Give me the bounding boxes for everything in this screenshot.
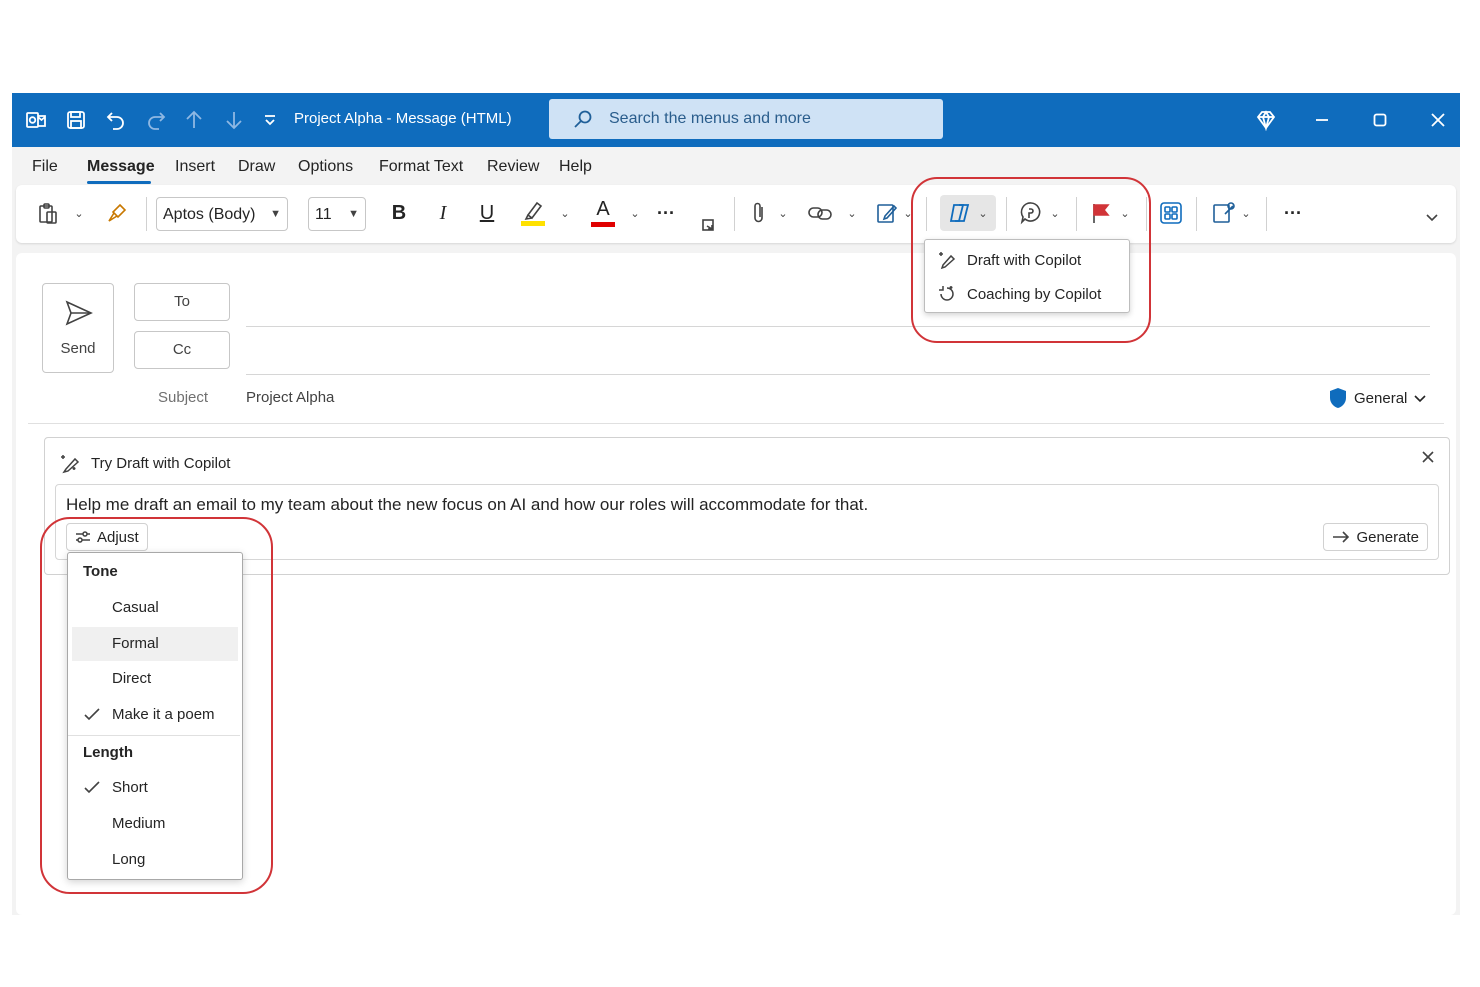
chevron-down-icon: ⌄: [630, 207, 640, 220]
sensitivity-icon: [1213, 202, 1236, 223]
format-painter-icon: [108, 203, 127, 222]
chevron-down-icon: ⌄: [778, 207, 788, 220]
copilot-panel-header: Try Draft with Copilot: [59, 452, 230, 474]
active-tab-indicator: [87, 181, 151, 184]
annotation-ring-adjust: [40, 517, 273, 894]
tab-draw[interactable]: Draw: [238, 158, 275, 176]
underline-button[interactable]: U: [474, 197, 500, 229]
chevron-down-icon: ⌄: [847, 207, 857, 220]
paste-button[interactable]: ⌄: [32, 197, 88, 229]
tab-message[interactable]: Message: [87, 158, 155, 176]
font-color-icon: A: [590, 198, 616, 228]
close-icon[interactable]: [1424, 106, 1452, 134]
signature-icon: [877, 204, 898, 223]
sensitivity-button[interactable]: ⌄: [1210, 197, 1252, 229]
link-button[interactable]: ⌄: [806, 197, 858, 229]
annotation-ring-copilot: [911, 177, 1151, 343]
shield-icon: [1330, 388, 1346, 408]
close-icon[interactable]: [1421, 450, 1435, 469]
font-color-button[interactable]: A ⌄: [586, 197, 644, 229]
subject-input[interactable]: Project Alpha: [246, 389, 334, 406]
paste-icon: [39, 203, 58, 224]
header-divider: [28, 423, 1444, 424]
diamond-icon[interactable]: [1252, 106, 1280, 134]
bold-label: B: [391, 201, 407, 224]
chevron-down-icon: ▼: [270, 208, 281, 220]
customize-icon[interactable]: [256, 106, 284, 134]
link-icon: [808, 207, 833, 220]
separator: [1266, 197, 1267, 231]
title-bar: Project Alpha - Message (HTML) Search th…: [12, 93, 1460, 147]
more-options-button[interactable]: ···: [1278, 197, 1308, 229]
font-size-select[interactable]: 11 ▼: [308, 197, 366, 231]
sparkle-pen-icon: [61, 455, 80, 474]
cc-button[interactable]: Cc: [134, 331, 230, 369]
apps-button[interactable]: [1156, 197, 1186, 229]
send-label: Send: [60, 340, 96, 357]
tab-format-text[interactable]: Format Text: [379, 158, 463, 176]
more-formatting-button[interactable]: ···: [652, 197, 680, 229]
font-color-swatch: [591, 222, 616, 227]
undo-icon[interactable]: [102, 106, 130, 134]
font-name-value: Aptos (Body): [163, 206, 256, 223]
separator: [734, 197, 735, 231]
dialog-launcher-icon[interactable]: [700, 217, 716, 233]
ribbon-collapse-icon[interactable]: [1420, 205, 1444, 229]
italic-button[interactable]: I: [430, 197, 456, 229]
search-icon: [574, 110, 592, 128]
more-label: ···: [1284, 202, 1302, 223]
sensitivity-value: General: [1354, 389, 1408, 407]
more-label: ···: [657, 202, 675, 223]
italic-label: I: [439, 201, 447, 224]
subject-label: Subject: [158, 389, 209, 406]
menu-bar: File Message Insert Draw Options Format …: [12, 147, 1460, 187]
save-icon[interactable]: [62, 106, 90, 134]
tab-insert[interactable]: Insert: [175, 158, 215, 176]
font-size-value: 11: [315, 206, 332, 223]
minimize-icon[interactable]: [1308, 106, 1336, 134]
signature-button[interactable]: ⌄: [874, 197, 914, 229]
attach-button[interactable]: ⌄: [748, 197, 790, 229]
apps-icon: [1160, 202, 1182, 224]
copilot-prompt-text[interactable]: Help me draft an email to my team about …: [66, 495, 868, 515]
generate-label: Generate: [1356, 528, 1419, 546]
chevron-down-icon: [1414, 395, 1426, 403]
sensitivity-label-dropdown[interactable]: General: [1328, 387, 1427, 409]
underline-label: U: [479, 201, 495, 224]
tab-review[interactable]: Review: [487, 158, 539, 176]
redo-icon[interactable]: [142, 106, 170, 134]
highlighter-icon: [521, 201, 546, 226]
highlight-button[interactable]: ⌄: [516, 197, 574, 229]
chevron-down-icon: ⌄: [74, 207, 84, 220]
font-color-letter: A: [596, 198, 610, 220]
ribbon-toolbar: ⌄ Aptos (Body) ▼ 11 ▼ B I U ⌄ A ⌄ ··· ⌄ …: [16, 185, 1456, 243]
tab-options[interactable]: Options: [298, 158, 353, 176]
up-arrow-icon[interactable]: [180, 106, 208, 134]
to-field[interactable]: [246, 326, 1430, 327]
chevron-down-icon: ⌄: [560, 207, 570, 220]
tab-help[interactable]: Help: [559, 158, 592, 176]
chevron-down-icon: ⌄: [1241, 207, 1251, 220]
copilot-panel-title: Try Draft with Copilot: [91, 454, 231, 472]
send-icon: [65, 300, 93, 326]
cc-field[interactable]: [246, 374, 1430, 375]
attach-icon: [754, 202, 764, 223]
search-placeholder: Search the menus and more: [609, 110, 811, 127]
to-button[interactable]: To: [134, 283, 230, 321]
tab-file[interactable]: File: [32, 158, 58, 176]
outlook-icon: [22, 106, 50, 134]
font-name-select[interactable]: Aptos (Body) ▼: [156, 197, 288, 231]
down-arrow-icon[interactable]: [220, 106, 248, 134]
maximize-icon[interactable]: [1366, 106, 1394, 134]
search-box[interactable]: Search the menus and more: [549, 99, 943, 139]
chevron-down-icon: ▼: [348, 208, 359, 220]
window-title: Project Alpha - Message (HTML): [294, 110, 512, 127]
format-painter-button[interactable]: [102, 197, 132, 229]
bold-button[interactable]: B: [386, 197, 412, 229]
arrow-right-icon: [1333, 531, 1350, 543]
separator: [146, 197, 147, 231]
send-button[interactable]: Send: [42, 283, 114, 373]
separator: [1196, 197, 1197, 231]
generate-button[interactable]: Generate: [1323, 523, 1428, 551]
